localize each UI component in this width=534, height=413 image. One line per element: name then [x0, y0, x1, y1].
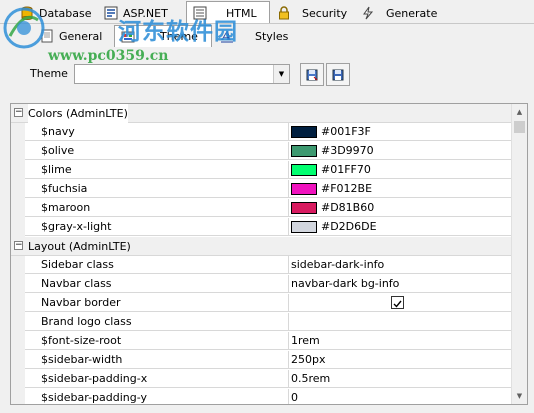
color-swatch	[291, 144, 317, 157]
color-swatch	[291, 125, 317, 138]
tab-security-label: Security	[302, 6, 348, 20]
property-value[interactable]: navbar-dark bg-info	[289, 275, 511, 293]
tab-generate[interactable]: Generate	[355, 2, 443, 24]
property-grid[interactable]: − Colors (AdminLTE) $navy #001F3F $olive…	[10, 103, 528, 405]
vertical-scrollbar[interactable]: ▲ ▼	[511, 104, 527, 404]
save-theme-button[interactable]	[326, 63, 350, 86]
property-value[interactable]: 1rem	[289, 332, 511, 350]
main-tab-bar: Database ASP.NET HTML Security Generate	[0, 0, 534, 24]
property-row[interactable]: $sidebar-padding-x 0.5rem	[11, 370, 511, 389]
property-row[interactable]: $maroon #D81B60	[11, 199, 511, 218]
property-row[interactable]: $sidebar-width 250px	[11, 351, 511, 370]
category-colors-label: Colors (AdminLTE)	[28, 104, 128, 123]
property-value[interactable]: 0.5rem	[289, 370, 511, 388]
lightning-icon	[361, 6, 375, 20]
scroll-down-icon[interactable]: ▼	[512, 388, 527, 404]
scroll-up-icon[interactable]: ▲	[512, 104, 527, 120]
property-row[interactable]: $fuchsia #F012BE	[11, 180, 511, 199]
property-row[interactable]: $sidebar-padding-y 0	[11, 389, 511, 404]
category-layout-label: Layout (AdminLTE)	[28, 240, 131, 253]
property-name: $fuchsia	[25, 180, 289, 198]
property-value[interactable]: #F012BE	[289, 180, 511, 198]
property-name: $font-size-root	[25, 332, 289, 350]
property-row[interactable]: Navbar class navbar-dark bg-info	[11, 275, 511, 294]
tab-generate-label: Generate	[386, 6, 438, 20]
load-theme-icon	[305, 68, 319, 82]
property-name: $lime	[25, 161, 289, 179]
category-layout[interactable]: − Layout (AdminLTE)	[11, 237, 511, 256]
dropdown-arrow-icon[interactable]: ▼	[273, 65, 289, 83]
navbar-border-checkbox[interactable]	[391, 296, 404, 309]
watermark-text: 河东软件园	[118, 18, 238, 45]
color-value: #F012BE	[321, 181, 373, 195]
color-value: #001F3F	[321, 124, 371, 138]
property-value[interactable]: #3D9970	[289, 142, 511, 160]
property-name: $sidebar-width	[25, 351, 289, 369]
tab-database-label: Database	[39, 6, 92, 20]
property-row[interactable]: Navbar border	[11, 294, 511, 313]
checkmark-icon	[393, 300, 402, 308]
property-value[interactable]	[289, 313, 511, 331]
lock-icon	[277, 6, 291, 20]
property-row[interactable]: Sidebar class sidebar-dark-info	[11, 256, 511, 275]
property-row[interactable]: $olive #3D9970	[11, 142, 511, 161]
color-swatch	[291, 163, 317, 176]
theme-label: Theme	[30, 67, 68, 80]
theme-select[interactable]: ▼	[74, 64, 290, 84]
collapse-icon[interactable]: −	[14, 108, 23, 117]
property-value[interactable]: #01FF70	[289, 161, 511, 179]
property-row[interactable]: Brand logo class	[11, 313, 511, 332]
property-name: Brand logo class	[25, 313, 289, 331]
property-name: $sidebar-padding-y	[25, 389, 289, 404]
watermark-logo	[2, 6, 46, 50]
property-name: Navbar border	[25, 294, 289, 312]
property-row[interactable]: $font-size-root 1rem	[11, 332, 511, 351]
tab-general-label: General	[59, 29, 103, 43]
property-row[interactable]: $navy #001F3F	[11, 123, 511, 142]
property-name: Sidebar class	[25, 256, 289, 274]
property-row[interactable]: $lime #01FF70	[11, 161, 511, 180]
color-swatch	[291, 182, 317, 195]
property-row[interactable]: $gray-x-light #D2D6DE	[11, 218, 511, 237]
property-value[interactable]: 0	[289, 389, 511, 404]
color-swatch	[291, 220, 317, 233]
property-name: $maroon	[25, 199, 289, 217]
color-value: #3D9970	[321, 143, 374, 157]
color-value: #01FF70	[321, 162, 371, 176]
color-value: #D81B60	[321, 200, 375, 214]
property-name: $sidebar-padding-x	[25, 370, 289, 388]
color-value: #D2D6DE	[321, 219, 377, 233]
tab-styles-label: Styles	[255, 29, 289, 43]
property-value[interactable]	[289, 294, 511, 312]
property-value[interactable]: #D81B60	[289, 199, 511, 217]
load-theme-button[interactable]	[300, 63, 324, 86]
property-name: $gray-x-light	[25, 218, 289, 236]
property-name: Navbar class	[25, 275, 289, 293]
tab-security[interactable]: Security	[271, 2, 353, 24]
property-name: $olive	[25, 142, 289, 160]
sub-tab-bar: General Theme A Styles	[0, 24, 534, 48]
property-value[interactable]: #001F3F	[289, 123, 511, 141]
save-theme-icon	[331, 68, 345, 82]
scrollbar-thumb[interactable]	[514, 121, 525, 133]
category-colors[interactable]: − Colors (AdminLTE)	[11, 104, 511, 123]
property-value[interactable]: 250px	[289, 351, 511, 369]
property-value[interactable]: sidebar-dark-info	[289, 256, 511, 274]
color-swatch	[291, 201, 317, 214]
watermark-url: www.pc0359.cn	[48, 48, 169, 64]
property-value[interactable]: #D2D6DE	[289, 218, 511, 236]
aspnet-icon	[104, 6, 118, 20]
property-name: $navy	[25, 123, 289, 141]
collapse-icon[interactable]: −	[14, 241, 23, 250]
